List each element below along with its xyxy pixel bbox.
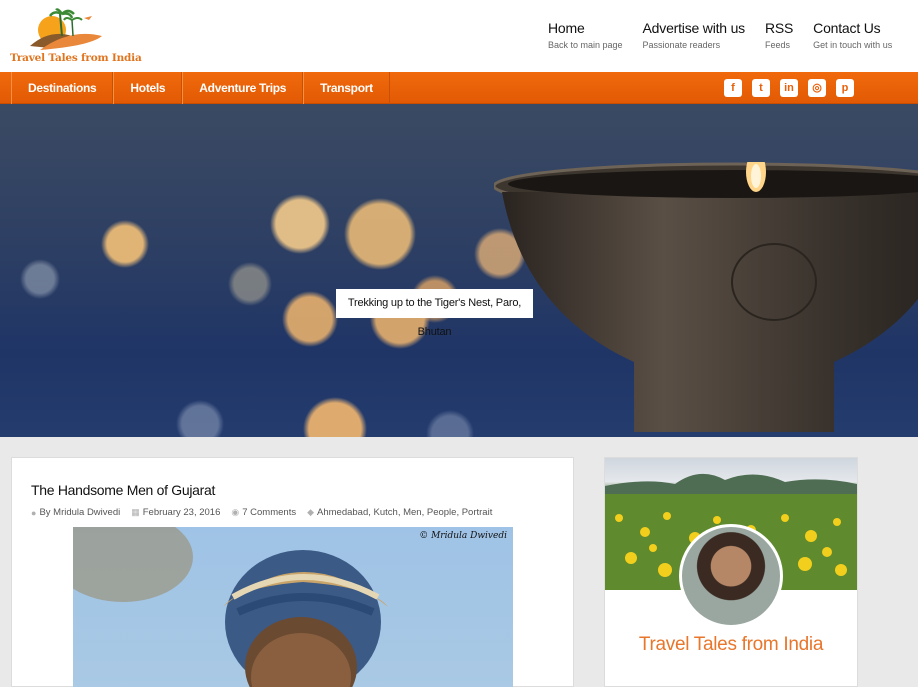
tag-icon: ◆ [307,507,315,517]
menu-transport[interactable]: Transport [303,72,390,104]
nav-contact[interactable]: Contact Us Get in touch with us [813,20,892,50]
post-meta: ● By Mridula Dwivedi ▦ February 23, 2016… [31,507,503,518]
hero-caption[interactable]: Trekking up to the Tiger's Nest, Paro, B… [336,289,533,338]
author-avatar[interactable] [679,524,783,628]
menu-hotels[interactable]: Hotels [113,72,183,104]
site-header: Travel Tales from India Home Back to mai… [0,0,918,72]
logo-icon [30,8,102,50]
site-logo[interactable]: Travel Tales from India [10,6,142,66]
nav-contact-subtitle: Get in touch with us [813,40,893,50]
menu-destinations[interactable]: Destinations [11,72,114,104]
sidebar-title[interactable]: Travel Tales from India [605,634,857,656]
post-featured-image[interactable]: © Mridula Dwivedi [73,527,513,687]
menu-adventure-trips[interactable]: Adventure Trips [182,72,304,104]
hero-slider[interactable]: Trekking up to the Tiger's Nest, Paro, B… [0,104,918,437]
top-nav: Home Back to main page Advertise with us… [548,20,912,50]
social-links: f t in ◎ p [714,79,854,97]
post-author[interactable]: By Mridula Dwivedi [39,507,120,518]
user-icon: ● [31,507,37,518]
post-comments[interactable]: 7 Comments [242,507,296,518]
post-card: The Handsome Men of Gujarat ● By Mridula… [11,457,574,687]
post-author-group: ● By Mridula Dwivedi [31,507,120,518]
post-date-group: ▦ February 23, 2016 [131,507,220,518]
nav-home-title: Home [548,20,585,36]
nav-advertise-subtitle: Passionate readers [642,40,721,50]
post-title[interactable]: The Handsome Men of Gujarat [31,482,215,498]
nav-rss[interactable]: RSS Feeds [765,20,793,50]
nav-rss-subtitle: Feeds [764,40,790,50]
about-widget: Travel Tales from India [604,457,858,687]
calendar-icon: ▦ [131,507,140,517]
main-menu-bar: Destinations Hotels Adventure Trips Tran… [0,72,918,104]
image-watermark: © Mridula Dwivedi [419,531,507,541]
post-tags[interactable]: Ahmedabad, Kutch, Men, People, Portrait [317,507,492,518]
nav-home[interactable]: Home Back to main page [548,20,623,50]
comment-icon: ◉ [231,507,240,517]
nav-advertise[interactable]: Advertise with us Passionate readers [642,20,746,50]
nav-home-subtitle: Back to main page [548,40,623,50]
linkedin-icon[interactable]: in [780,79,798,97]
nav-rss-title: RSS [764,20,794,36]
logo-text: Travel Tales from India [10,52,142,64]
post-date: February 23, 2016 [142,507,221,518]
post-comments-group: ◉ 7 Comments [231,507,296,518]
nav-contact-title: Contact Us [813,20,881,36]
instagram-icon[interactable]: ◎ [808,79,826,97]
portrait-photo [73,527,388,687]
pinterest-icon[interactable]: p [836,79,854,97]
post-tags-group: ◆ Ahmedabad, Kutch, Men, People, Portrai… [307,507,492,518]
nav-advertise-title: Advertise with us [642,20,746,36]
facebook-icon[interactable]: f [724,79,742,97]
butter-lamp-image [494,162,918,432]
twitter-icon[interactable]: t [752,79,770,97]
